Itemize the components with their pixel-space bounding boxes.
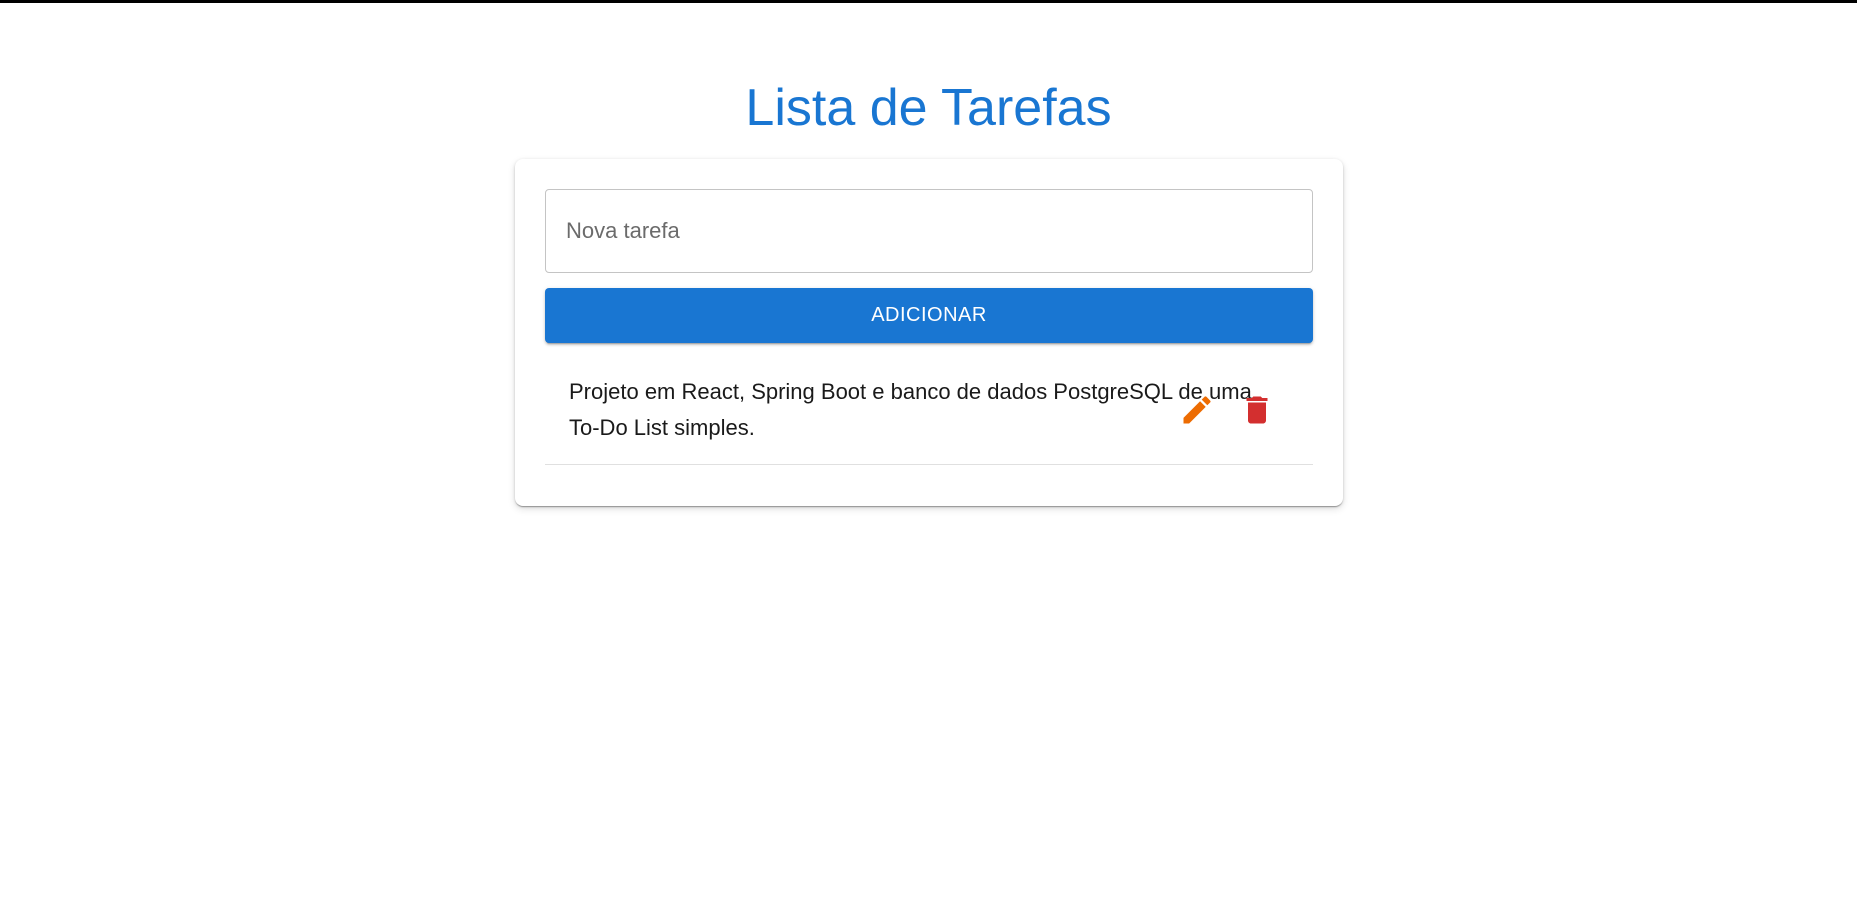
edit-task-button[interactable] [1179,392,1215,428]
trash-icon [1246,396,1268,424]
delete-task-button[interactable] [1239,392,1275,428]
new-task-input[interactable] [545,189,1313,273]
pencil-icon [1183,396,1211,424]
task-text: Projeto em React, Spring Boot e banco de… [569,379,1252,440]
add-task-button[interactable]: ADICIONAR [545,288,1313,343]
task-list: Projeto em React, Spring Boot e banco de… [545,357,1313,465]
task-item: Projeto em React, Spring Boot e banco de… [545,357,1313,465]
todo-card: ADICIONAR Projeto em React, Spring Boot … [515,159,1343,506]
top-border [0,0,1857,3]
page-title: Lista de Tarefas [745,79,1112,137]
